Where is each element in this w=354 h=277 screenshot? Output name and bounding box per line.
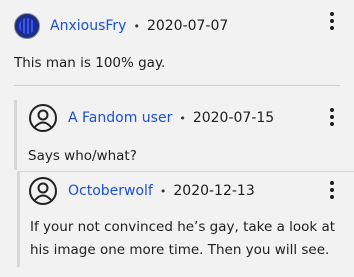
divider (14, 85, 340, 86)
reply-thread-line (17, 172, 20, 267)
comment-text: This man is 100% gay. (14, 55, 166, 71)
comment-date: 2020-07-07 (146, 18, 229, 34)
comment-1-header: AnxiousFry • 2020-07-07 (14, 13, 228, 39)
username-link[interactable]: A Fandom user (68, 110, 172, 126)
reply-2-header: Octoberwolf • 2020-12-13 (28, 176, 255, 206)
more-options-icon[interactable] (330, 181, 334, 199)
username-link[interactable]: AnxiousFry (50, 18, 126, 34)
more-options-icon[interactable] (330, 12, 334, 30)
avatar[interactable] (14, 13, 40, 39)
username-link[interactable]: Octoberwolf (68, 183, 153, 199)
comment-date: 2020-07-15 (192, 110, 275, 126)
reply-thread-line (14, 100, 17, 170)
reply-text: Says who/what? (28, 148, 137, 164)
more-options-icon[interactable] (330, 108, 334, 126)
separator-dot: • (179, 111, 186, 125)
reply-text: If your not convinced he’s gay, take a l… (30, 219, 336, 258)
user-circle-icon[interactable] (28, 103, 58, 133)
separator-dot: • (133, 19, 140, 33)
user-circle-icon[interactable] (28, 176, 58, 206)
comment-date: 2020-12-13 (173, 183, 255, 199)
separator-dot: • (159, 184, 167, 198)
reply-1-header: A Fandom user • 2020-07-15 (28, 103, 274, 133)
reply-divider (17, 171, 354, 172)
